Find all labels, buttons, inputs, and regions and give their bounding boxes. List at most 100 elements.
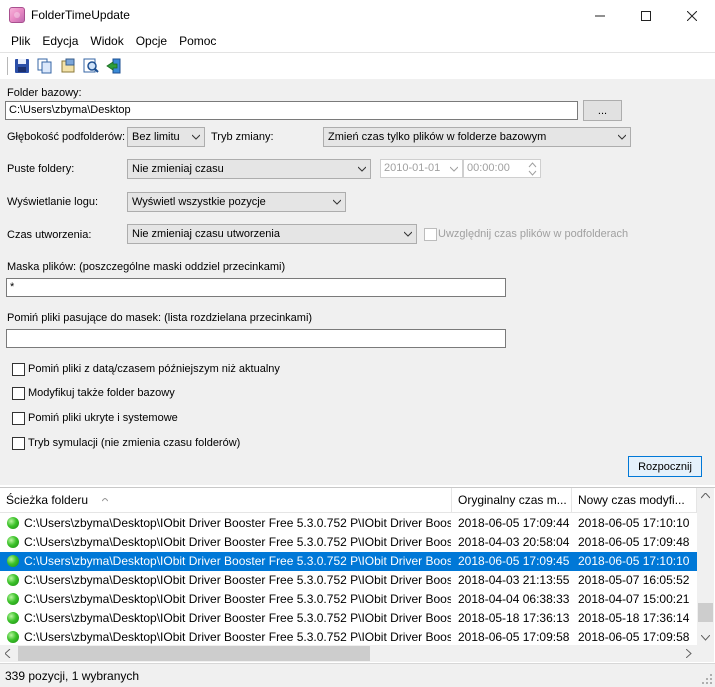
mask-label: Maska plików: (poszczególne maski oddzie… [7, 261, 286, 273]
exit-icon [105, 58, 120, 73]
created-select[interactable]: Nie zmieniaj czasu utworzenia [127, 224, 417, 244]
time-picker[interactable]: 00:00:00 [463, 159, 541, 178]
modify-base-folder-checkbox[interactable] [12, 387, 25, 400]
created-value: Nie zmieniaj czasu utworzenia [132, 228, 280, 240]
menu-plik[interactable]: Plik [5, 31, 36, 51]
depth-label: Głębokość podfolderów: [7, 131, 126, 143]
status-ok-icon [7, 593, 19, 605]
simulation-mode-label: Tryb symulacji (nie zmienia czasu folder… [28, 437, 241, 449]
cell-path: C:\Users\zbyma\Desktop\IObit Driver Boos… [24, 592, 451, 606]
simulation-mode-checkbox[interactable] [12, 437, 25, 450]
cell-path: C:\Users\zbyma\Desktop\IObit Driver Boos… [24, 516, 451, 530]
chevron-down-icon [333, 199, 341, 205]
skip-mask-input[interactable] [6, 329, 506, 348]
resize-grip-icon[interactable] [701, 673, 713, 685]
horizontal-scrollbar[interactable] [0, 645, 697, 662]
app-icon [9, 7, 25, 23]
copy-button[interactable] [33, 56, 56, 76]
scroll-up-icon [701, 493, 710, 499]
menu-widok[interactable]: Widok [84, 31, 129, 51]
status-ok-icon [7, 536, 19, 548]
start-button[interactable]: Rozpocznij [628, 456, 702, 477]
chevron-down-icon [358, 166, 366, 172]
status-text: 339 pozycji, 1 wybranych [5, 669, 140, 683]
skip-hidden-files-label: Pomiń pliki ukryte i systemowe [28, 412, 178, 424]
vertical-scroll-thumb[interactable] [698, 603, 713, 622]
table-row[interactable]: C:\Users\zbyma\Desktop\IObit Driver Boos… [0, 533, 697, 552]
column-header-path[interactable]: Ścieżka folderu [0, 488, 452, 513]
include-subfolder-files-checkbox[interactable] [424, 228, 437, 241]
cell-new-time: 2018-04-07 15:00:21 [578, 592, 690, 606]
mode-label: Tryb zmiany: [211, 131, 274, 143]
cell-path: C:\Users\zbyma\Desktop\IObit Driver Boos… [24, 554, 451, 568]
table-row[interactable]: C:\Users\zbyma\Desktop\IObit Driver Boos… [0, 590, 697, 609]
table-row[interactable]: C:\Users\zbyma\Desktop\IObit Driver Boos… [0, 609, 697, 628]
table-row[interactable]: C:\Users\zbyma\Desktop\IObit Driver Boos… [0, 571, 697, 590]
minimize-icon [595, 15, 605, 16]
scrollbar-corner [697, 645, 714, 662]
chevron-down-icon [618, 134, 626, 140]
scroll-right-icon [686, 649, 692, 658]
mode-select[interactable]: Zmień czas tylko plików w folderze bazow… [323, 127, 631, 147]
log-select[interactable]: Wyświetl wszystkie pozycje [127, 192, 346, 212]
modify-base-folder-label: Modyfikuj także folder bazowy [28, 387, 175, 399]
base-folder-input[interactable]: C:\Users\zbyma\Desktop [5, 101, 578, 120]
log-label: Wyświetlanie logu: [7, 196, 98, 208]
status-ok-icon [7, 631, 19, 643]
results-list[interactable]: Ścieżka folderu Oryginalny czas m... Now… [0, 487, 715, 662]
menu-edycja[interactable]: Edycja [36, 31, 84, 51]
status-ok-icon [7, 574, 19, 586]
scroll-left-icon [5, 649, 11, 658]
save-button[interactable] [10, 56, 33, 76]
skip-hidden-files-checkbox[interactable] [12, 412, 25, 425]
copy-icon [37, 58, 51, 73]
cell-original-time: 2018-04-04 06:38:33 [458, 592, 570, 606]
include-subfolder-files-label: Uwzględnij czas plików w podfolderach [438, 228, 629, 240]
mask-input[interactable]: * [6, 278, 506, 297]
vertical-scrollbar[interactable] [697, 488, 714, 662]
window-title: FolderTimeUpdate [31, 8, 130, 22]
find-button[interactable] [79, 56, 102, 76]
properties-icon [61, 58, 74, 72]
status-ok-icon [7, 555, 19, 567]
horizontal-scroll-thumb[interactable] [18, 646, 370, 661]
mode-value: Zmień czas tylko plików w folderze bazow… [328, 131, 547, 143]
skip-future-files-checkbox[interactable] [12, 363, 25, 376]
empty-folders-select[interactable]: Nie zmieniaj czasu [127, 159, 371, 179]
list-header: Ścieżka folderu Oryginalny czas m... Now… [0, 488, 697, 513]
menu-opcje[interactable]: Opcje [130, 31, 173, 51]
skip-mask-label: Pomiń pliki pasujące do masek: (lista ro… [7, 312, 313, 324]
created-label: Czas utworzenia: [7, 229, 92, 241]
minimize-button[interactable] [577, 0, 623, 31]
find-icon [83, 58, 99, 73]
scroll-down-icon [701, 635, 710, 641]
column-header-new-time[interactable]: Nowy czas modyfi... [572, 488, 697, 513]
log-value: Wyświetl wszystkie pozycje [132, 196, 266, 208]
table-row[interactable]: C:\Users\zbyma\Desktop\IObit Driver Boos… [0, 514, 697, 533]
close-button[interactable] [669, 0, 715, 31]
column-header-original-time[interactable]: Oryginalny czas m... [452, 488, 572, 513]
table-row[interactable]: C:\Users\zbyma\Desktop\IObit Driver Boos… [0, 552, 697, 571]
maximize-button[interactable] [623, 0, 669, 31]
status-ok-icon [7, 517, 19, 529]
toolbar-grip [7, 56, 8, 75]
cell-new-time: 2018-06-05 17:10:10 [578, 516, 690, 530]
menu-bar: Plik Edycja Widok Opcje Pomoc [0, 31, 715, 51]
maximize-icon [641, 10, 651, 21]
menu-pomoc[interactable]: Pomoc [173, 31, 222, 51]
cell-new-time: 2018-05-18 17:36:14 [578, 611, 690, 625]
spinner-icon [528, 162, 537, 176]
depth-select[interactable]: Bez limitu [127, 127, 205, 147]
properties-button[interactable] [56, 56, 79, 76]
cell-original-time: 2018-04-03 20:58:04 [458, 535, 570, 549]
browse-button[interactable]: ... [583, 100, 622, 121]
empty-folders-label: Puste foldery: [7, 163, 75, 175]
base-folder-label: Folder bazowy: [7, 87, 82, 99]
column-path-label: Ścieżka folderu [6, 493, 89, 507]
cell-path: C:\Users\zbyma\Desktop\IObit Driver Boos… [24, 611, 451, 625]
chevron-down-icon [404, 231, 412, 237]
exit-button[interactable] [102, 56, 125, 76]
status-bar: 339 pozycji, 1 wybranych [0, 663, 715, 687]
time-value: 00:00:00 [467, 162, 510, 174]
date-picker[interactable]: 2010-01-01 [380, 159, 463, 178]
